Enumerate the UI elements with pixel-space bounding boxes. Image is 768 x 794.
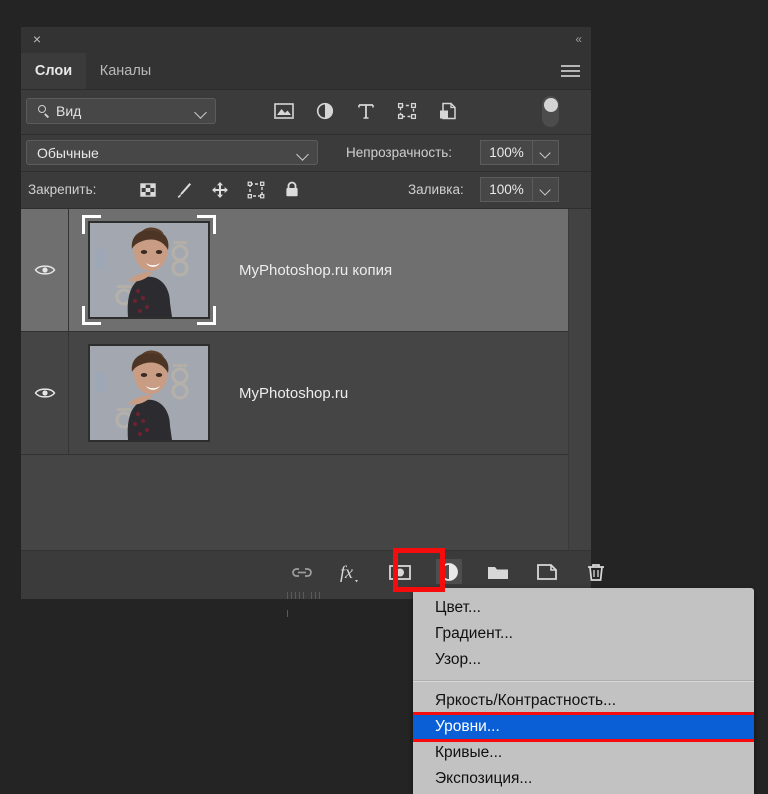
panel-titlebar: × « <box>21 27 591 53</box>
lock-position-move-icon[interactable] <box>210 179 230 201</box>
menu-item-label: Узор... <box>435 651 481 669</box>
chevron-down-icon <box>194 106 207 119</box>
fill-label: Заливка: <box>408 182 464 197</box>
layer-mask-icon[interactable] <box>387 559 413 585</box>
blend-mode-value: Обычные <box>37 145 99 161</box>
layer-list-empty-space <box>21 455 591 550</box>
layer-list-scrollbar[interactable] <box>568 209 591 550</box>
layer-name[interactable]: MyPhotoshop.ru <box>239 385 348 402</box>
bottom-icons-group: fx <box>289 559 609 585</box>
adjustment-layer-menu: Цвет... Градиент... Узор... Яркость/Конт… <box>413 588 754 794</box>
tab-layers[interactable]: Слои <box>21 53 86 89</box>
layer-thumbnail[interactable] <box>88 221 210 319</box>
lock-pixels-brush-icon[interactable] <box>174 179 194 201</box>
menu-item-label: Яркость/Контрастность... <box>435 692 616 710</box>
layer-list: MyPhotoshop.ru копия <box>21 209 591 550</box>
blend-mode-row: Обычные Непрозрачность: 100% <box>21 135 591 172</box>
menu-item-label: Кривые... <box>435 744 502 762</box>
layer-filter-row: Вид <box>21 90 591 135</box>
filter-kind-value: Вид <box>56 103 81 119</box>
chevron-down-icon <box>296 148 309 161</box>
lock-label: Закрепить: <box>28 182 96 197</box>
text-filter-icon[interactable] <box>355 99 377 123</box>
filter-enable-toggle[interactable] <box>542 96 559 127</box>
tab-channels-label: Каналы <box>100 63 151 79</box>
panel-tabbar: Слои Каналы <box>21 53 591 90</box>
menu-item-solid-color[interactable]: Цвет... <box>413 595 754 621</box>
fill-input[interactable]: 100% <box>480 177 533 202</box>
menu-item-curves[interactable]: Кривые... <box>413 740 754 766</box>
toggle-knob <box>544 98 558 112</box>
opacity-label: Непрозрачность: <box>346 145 452 160</box>
panel-menu-icon[interactable] <box>561 65 580 77</box>
new-group-icon[interactable] <box>485 559 511 585</box>
close-icon[interactable]: × <box>30 32 44 46</box>
opacity-input[interactable]: 100% <box>480 140 533 165</box>
adjustment-layer-icon[interactable] <box>436 559 462 585</box>
tab-layers-label: Слои <box>35 63 72 79</box>
new-layer-icon[interactable] <box>534 559 560 585</box>
blend-mode-select[interactable]: Обычные <box>26 140 318 165</box>
tab-channels[interactable]: Каналы <box>86 53 165 89</box>
lock-all-icon[interactable] <box>282 179 302 201</box>
screen-root: × « Слои Каналы Вид <box>0 0 768 794</box>
link-layers-icon[interactable] <box>289 559 315 585</box>
adjustment-filter-icon[interactable] <box>314 99 336 123</box>
eye-icon[interactable] <box>34 263 56 277</box>
menu-item-gradient[interactable]: Градиент... <box>413 621 754 647</box>
layer-name[interactable]: MyPhotoshop.ru копия <box>239 262 392 279</box>
fill-stepper-chevron-down-icon[interactable] <box>533 177 559 202</box>
menu-item-label: Цвет... <box>435 599 481 617</box>
layer-thumbnail-wrap[interactable] <box>88 344 210 442</box>
eye-icon[interactable] <box>34 386 56 400</box>
smart-object-filter-icon[interactable] <box>437 99 459 123</box>
layer-thumbnail-wrap[interactable] <box>88 221 210 319</box>
menu-item-brightness-contrast[interactable]: Яркость/Контрастность... <box>413 688 754 714</box>
lock-artboard-icon[interactable] <box>246 179 266 201</box>
menu-item-pattern[interactable]: Узор... <box>413 647 754 673</box>
layer-visibility-cell[interactable] <box>21 332 69 454</box>
filter-type-icons <box>273 99 459 123</box>
filter-kind-select[interactable]: Вид <box>26 98 216 124</box>
layer-visibility-cell[interactable] <box>21 209 69 331</box>
table-row[interactable]: MyPhotoshop.ru <box>21 332 591 455</box>
lock-row: Закрепить: <box>21 172 591 209</box>
search-icon <box>38 105 51 118</box>
collapse-panel-icon[interactable]: « <box>575 32 581 46</box>
table-row[interactable]: MyPhotoshop.ru копия <box>21 209 591 332</box>
layer-thumbnail[interactable] <box>88 344 210 442</box>
opacity-stepper-chevron-down-icon[interactable] <box>533 140 559 165</box>
menu-item-label: Уровни... <box>435 718 500 736</box>
layer-style-fx-icon[interactable]: fx <box>338 559 364 585</box>
menu-item-levels[interactable]: Уровни... <box>413 714 754 740</box>
menu-separator <box>413 680 754 682</box>
shape-filter-icon[interactable] <box>396 99 418 123</box>
menu-item-label: Экспозиция... <box>435 770 532 788</box>
svg-text:fx: fx <box>340 562 353 582</box>
resize-grip-icon <box>287 586 325 593</box>
layers-panel: × « Слои Каналы Вид <box>21 27 591 599</box>
lock-transparency-icon[interactable] <box>138 179 158 201</box>
menu-item-label: Градиент... <box>435 625 513 643</box>
menu-item-exposure[interactable]: Экспозиция... <box>413 766 754 792</box>
image-filter-icon[interactable] <box>273 99 295 123</box>
lock-icons-group <box>138 179 302 201</box>
delete-layer-icon[interactable] <box>583 559 609 585</box>
